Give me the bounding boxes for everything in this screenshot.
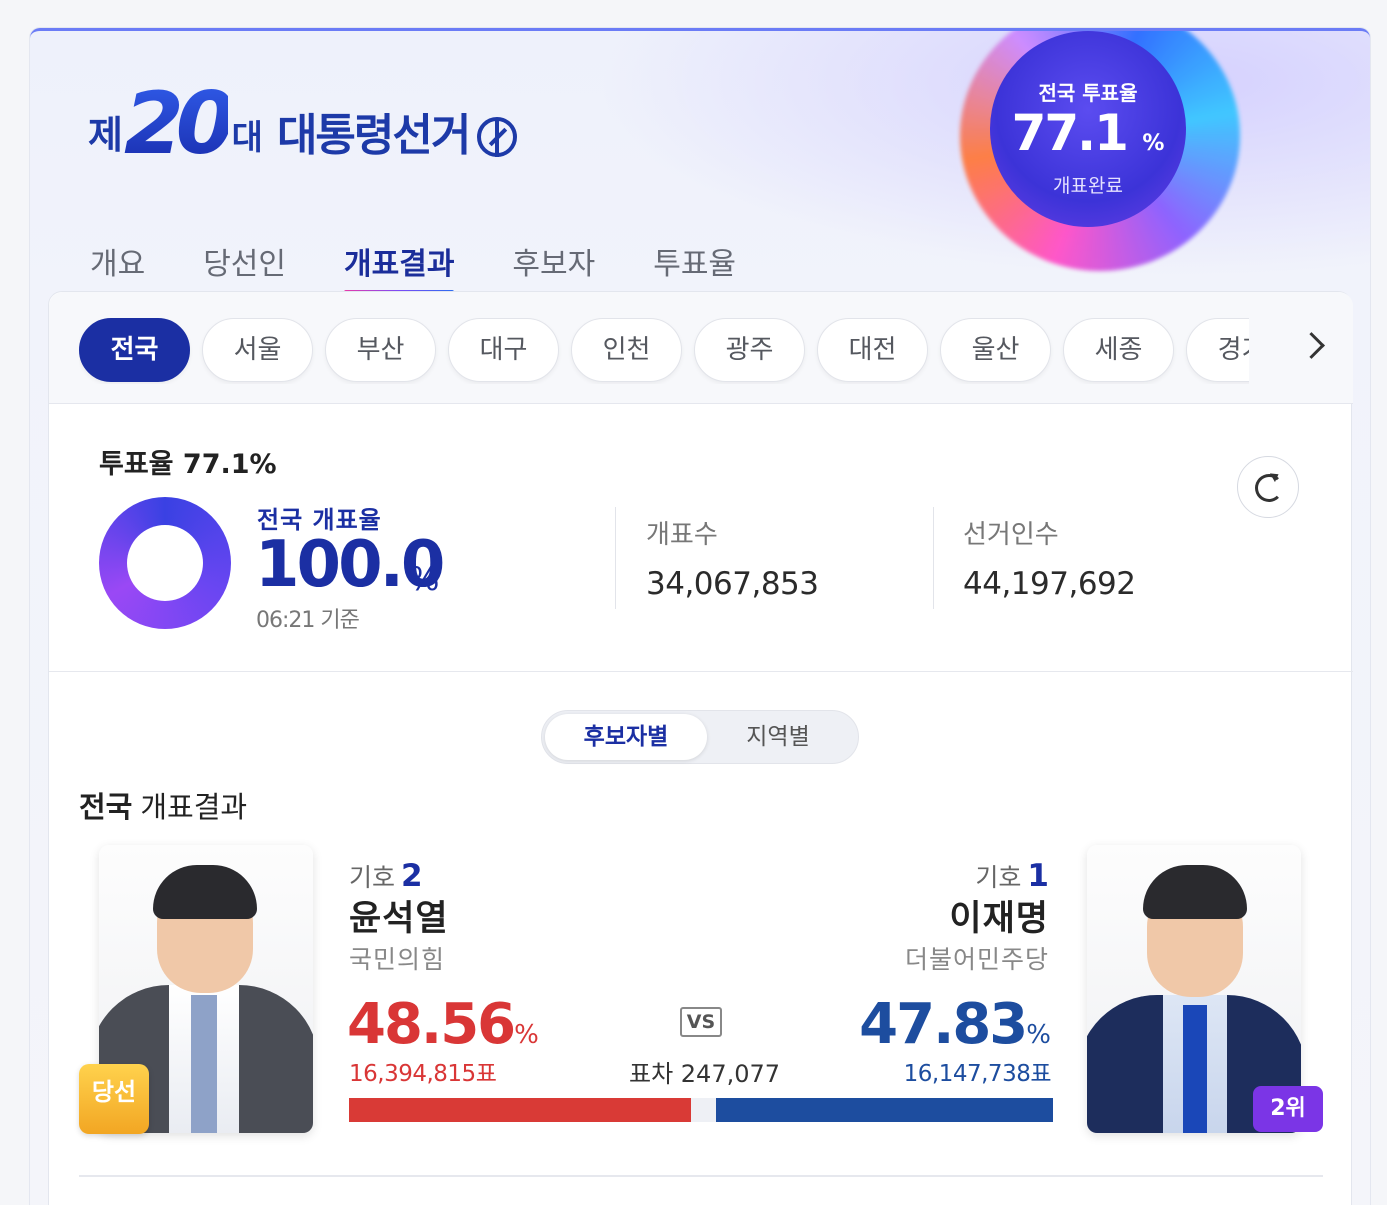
vs-label: VS [680, 1007, 722, 1037]
title-main: 대통령선거 [276, 110, 471, 161]
tab-winner[interactable]: 당선인 [203, 239, 286, 293]
divider [933, 507, 934, 609]
region-pill-busan[interactable]: 부산 [325, 318, 436, 382]
region-pill-seoul[interactable]: 서울 [202, 318, 313, 382]
turnout-orb: 전국 투표율 77.1 % 개표완료 [960, 31, 1240, 271]
region-pill-incheon[interactable]: 인천 [571, 318, 682, 382]
count-rate-unit: % [409, 560, 440, 598]
region-selector: 전국서울부산대구인천광주대전울산세종경기 [49, 292, 1353, 404]
region-pill-daejeon[interactable]: 대전 [817, 318, 928, 382]
tab-candidates[interactable]: 후보자 [512, 239, 595, 293]
tab-turnout[interactable]: 투표율 [653, 239, 736, 293]
region-pill-gwangju[interactable]: 광주 [694, 318, 805, 382]
region-pill-sejong[interactable]: 세종 [1063, 318, 1174, 382]
main-tabs: 개요 당선인 개표결과 후보자 투표율 [90, 239, 794, 295]
ballot-stamp-icon [477, 117, 518, 157]
region-pill-daegu[interactable]: 대구 [448, 318, 559, 382]
toggle-by-candidate[interactable]: 후보자별 [545, 714, 707, 760]
vote-bar-other [691, 1098, 716, 1122]
divider [615, 507, 616, 609]
electorate-value: 44,197,692 [963, 566, 1136, 602]
region-pill-national[interactable]: 전국 [79, 318, 190, 382]
tab-overview[interactable]: 개요 [90, 239, 145, 293]
view-toggle: 후보자별 지역별 [541, 710, 859, 764]
region-pills: 전국서울부산대구인천광주대전울산세종경기 [79, 318, 1249, 384]
candidate-name: 윤석열 [349, 899, 449, 939]
orb-status: 개표완료 [1053, 175, 1123, 197]
toggle-by-region[interactable]: 지역별 [697, 714, 859, 760]
chevron-right-icon[interactable] [1294, 328, 1334, 368]
candidate-name: 이재명 [949, 899, 1049, 939]
winner-badge: 당선 [79, 1064, 149, 1134]
counted-value: 34,067,853 [646, 566, 819, 602]
region-pill-gyeonggi[interactable]: 경기 [1186, 318, 1249, 382]
election-title: 제 20 대 대통령선거 [88, 74, 518, 174]
candidate-party: 더불어민주당 [904, 945, 1049, 974]
divider [49, 671, 1353, 672]
orb-label: 전국 투표율 [1038, 81, 1138, 105]
rank-badge: 2위 [1253, 1086, 1323, 1132]
title-prefix: 제 [88, 113, 123, 157]
candidate-percent: 48.56% [347, 992, 539, 1057]
candidate-party: 국민의힘 [349, 945, 446, 974]
results-panel: 전국서울부산대구인천광주대전울산세종경기 투표율 77.1% 전국 개표율 10… [48, 291, 1353, 1205]
refresh-icon[interactable] [1237, 456, 1299, 518]
candidate-percent: 47.83% [859, 992, 1051, 1057]
count-rate-donut [99, 497, 231, 629]
vote-bar-left [349, 1098, 691, 1122]
candidate-votes: 16,147,738표 [903, 1061, 1052, 1087]
results-heading: 전국 개표결과 [79, 790, 248, 824]
electorate-label: 선거인수 [963, 520, 1059, 550]
vote-gap: 표차 247,077 [629, 1060, 781, 1088]
title-number: 20 [123, 74, 236, 174]
candidate-number: 기호 2 [349, 858, 423, 894]
as-of-time: 06:21 기준 [256, 608, 360, 633]
turnout-title: 투표율 77.1% [99, 449, 277, 480]
election-card: 제 20 대 대통령선거 전국 투표율 77.1 % 개표완료 개요 당선인 개… [30, 28, 1370, 1205]
counted-label: 개표수 [646, 520, 718, 550]
orb-value: 77.1 % [1011, 104, 1165, 162]
candidate-votes: 16,394,815표 [349, 1061, 497, 1087]
region-pill-ulsan[interactable]: 울산 [940, 318, 1051, 382]
candidate-number: 기호 1 [975, 858, 1049, 894]
title-suffix: 대 [231, 118, 263, 158]
tab-results[interactable]: 개표결과 [344, 239, 455, 295]
vote-bar-right [716, 1098, 1053, 1122]
divider [79, 1175, 1323, 1177]
orb-inner: 전국 투표율 77.1 % 개표완료 [990, 31, 1186, 227]
